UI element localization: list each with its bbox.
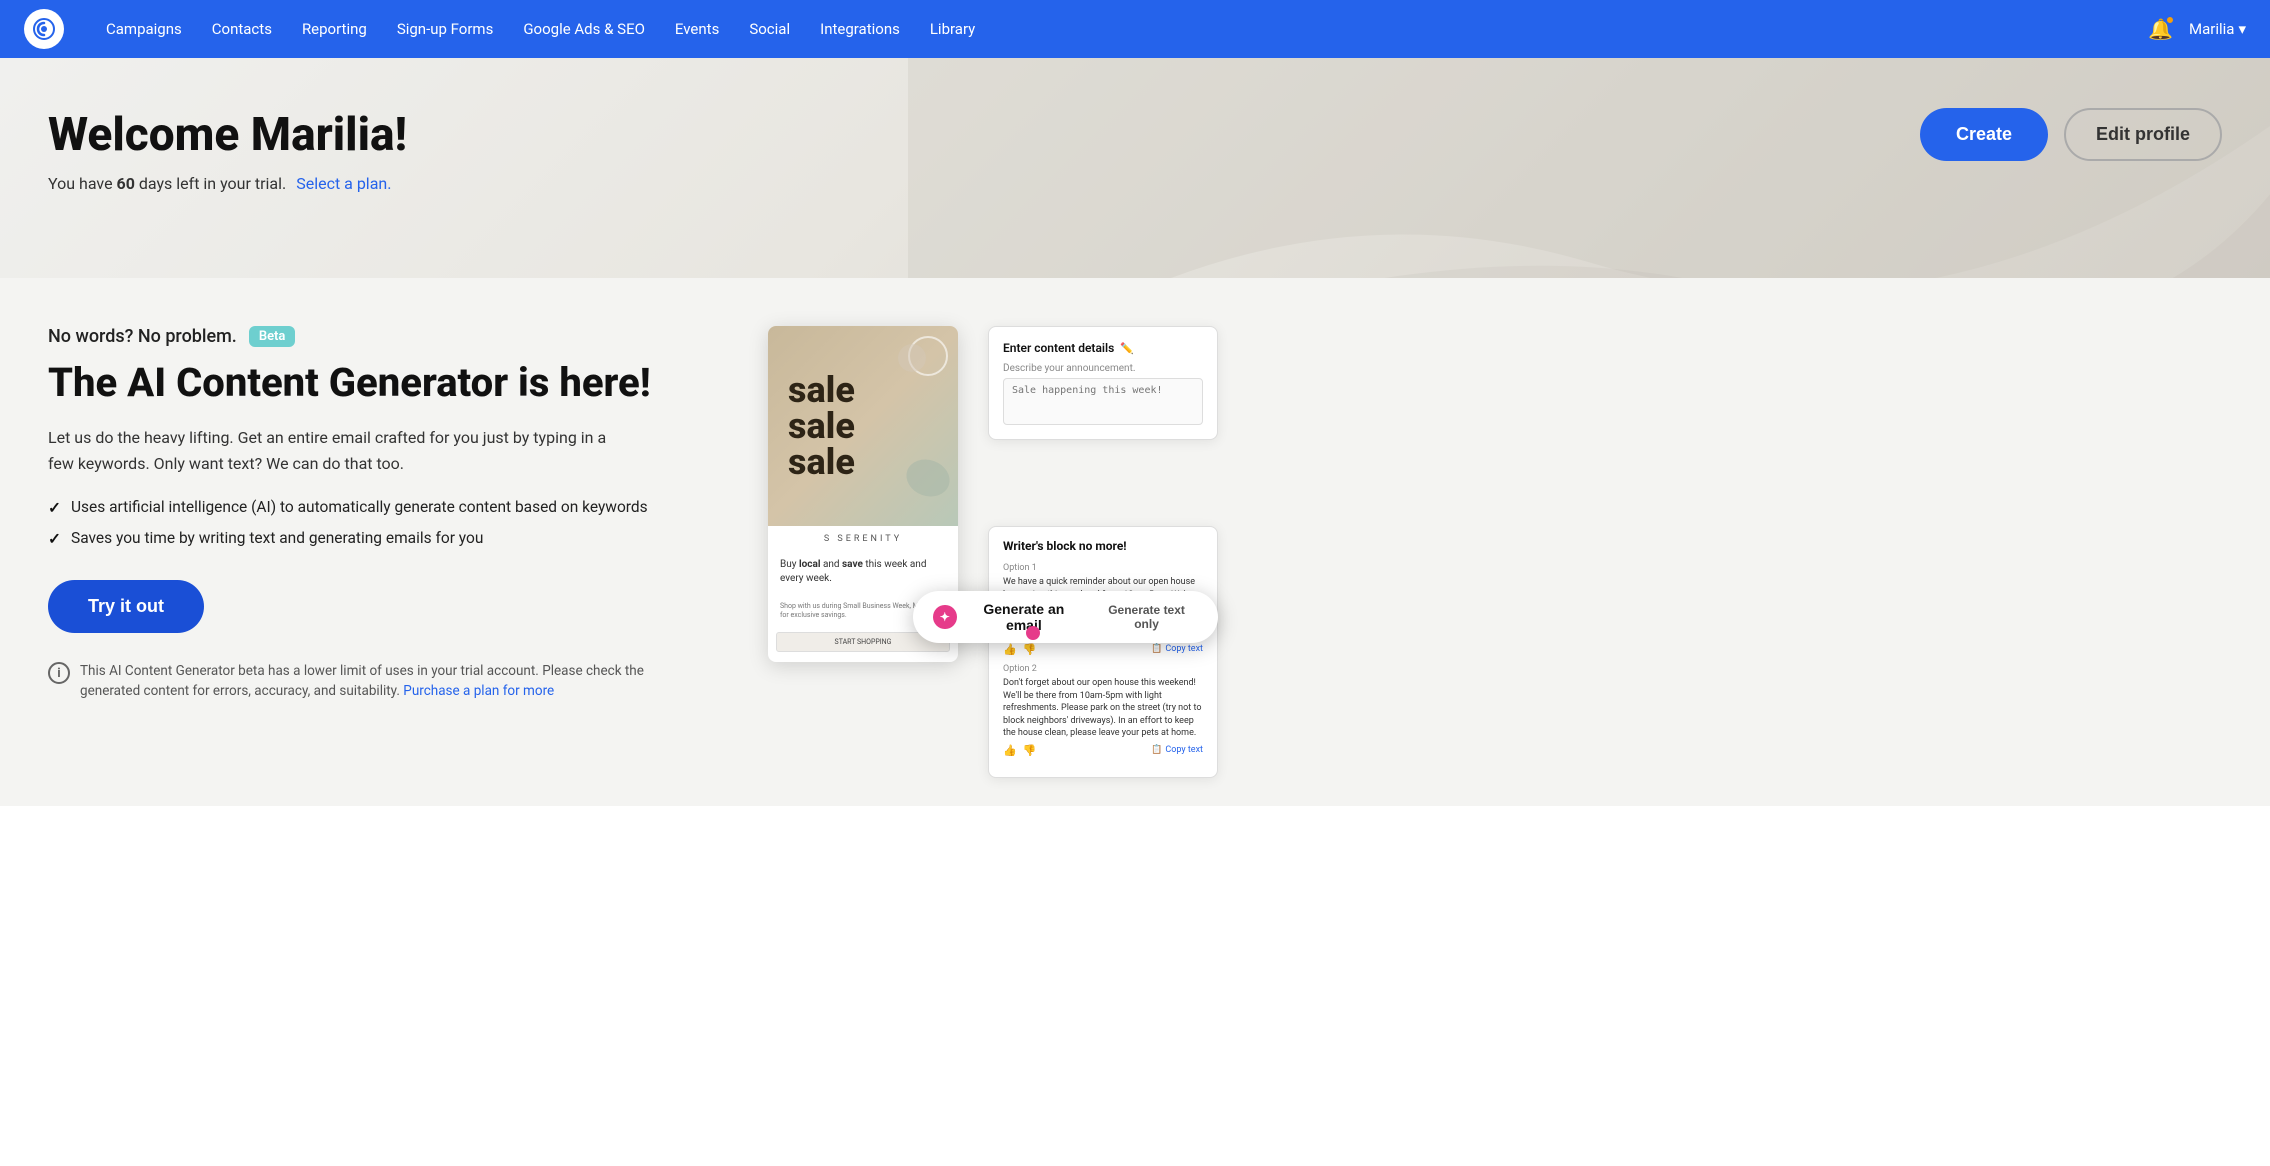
nav-right: 🔔 Marilia ▾ — [2148, 17, 2246, 41]
pencil-icon: ✏️ — [1120, 342, 1134, 355]
email-card-header: salesalesale — [768, 326, 958, 526]
ai-checklist: Uses artificial intelligence (AI) to aut… — [48, 498, 728, 548]
info-icon: i — [48, 662, 70, 684]
ai-right-panel: salesalesale S SERENITY Buy local and sa… — [768, 326, 1218, 746]
writers-title: Writer's block no more! — [1003, 539, 1203, 553]
no-words-text: No words? No problem. — [48, 326, 237, 347]
writers-block-card: Writer's block no more! Option 1 We have… — [988, 526, 1218, 778]
main-section: No words? No problem. Beta The AI Conten… — [0, 278, 2270, 806]
hero-trial-days: 60 — [117, 174, 135, 193]
hero-content: Welcome Marilia! You have 60 days left i… — [48, 108, 748, 193]
option-1-label: Option 1 — [1003, 563, 1203, 573]
disclaimer-main: This AI Content Generator beta has a low… — [80, 663, 644, 699]
nav-signup-forms[interactable]: Sign-up Forms — [383, 12, 508, 46]
thumb-up-icon-2[interactable]: 👍 — [1003, 744, 1017, 757]
copy-icon-1: 📋 — [1151, 644, 1162, 654]
hero-section: Welcome Marilia! You have 60 days left i… — [0, 58, 2270, 278]
beta-badge: Beta — [249, 326, 296, 347]
ai-content-section: No words? No problem. Beta The AI Conten… — [48, 326, 2222, 746]
hero-subtitle: You have 60 days left in your trial. Sel… — [48, 174, 748, 193]
generate-text-only-button[interactable]: Generate text only — [1095, 603, 1198, 631]
ai-panel-input[interactable] — [1003, 378, 1203, 425]
logo[interactable] — [24, 9, 64, 49]
edit-profile-button[interactable]: Edit profile — [2064, 108, 2222, 161]
hero-title: Welcome Marilia! — [48, 108, 748, 162]
ai-panel-card: Enter content details ✏️ Describe your a… — [988, 326, 1218, 440]
disclaimer-text: This AI Content Generator beta has a low… — [80, 661, 668, 702]
user-menu[interactable]: Marilia ▾ — [2189, 20, 2246, 38]
hero-trial-suffix: days left in your trial. — [135, 174, 286, 193]
purchase-plan-link[interactable]: Purchase a plan for more — [403, 683, 554, 699]
navigation: Campaigns Contacts Reporting Sign-up For… — [0, 0, 2270, 58]
checklist-item-2: Saves you time by writing text and gener… — [48, 529, 728, 548]
ai-panel-label: Describe your announcement. — [1003, 363, 1203, 374]
accent-dot — [1026, 626, 1040, 640]
generate-button-wrapper: ✦ Generate an email Generate text only — [913, 591, 1218, 643]
ai-description: Let us do the heavy lifting. Get an enti… — [48, 425, 628, 476]
thumb-down-icon-2[interactable]: 👎 — [1023, 744, 1037, 757]
notification-dot — [2165, 15, 2175, 25]
ai-heading: The AI Content Generator is here! — [48, 361, 728, 405]
nav-integrations[interactable]: Integrations — [806, 12, 914, 46]
copy-icon-2: 📋 — [1151, 745, 1162, 755]
email-brand: S SERENITY — [768, 526, 958, 548]
chevron-down-icon: ▾ — [2238, 20, 2246, 38]
copy-text-1-button[interactable]: 📋 Copy text — [1151, 644, 1203, 654]
option-1-icons: 👍 👎 — [1003, 643, 1036, 656]
nav-library[interactable]: Library — [916, 12, 989, 46]
nav-reporting[interactable]: Reporting — [288, 12, 381, 46]
option-2-actions: 👍 👎 📋 Copy text — [1003, 744, 1203, 757]
generate-email-label: Generate an email — [965, 601, 1084, 633]
copy-text-2-button[interactable]: 📋 Copy text — [1151, 745, 1203, 755]
ai-disclaimer: i This AI Content Generator beta has a l… — [48, 661, 668, 702]
no-words-row: No words? No problem. Beta — [48, 326, 728, 347]
writers-option-2: Option 2 Don't forget about our open hou… — [1003, 664, 1203, 757]
try-it-out-button[interactable]: Try it out — [48, 580, 204, 633]
nav-social[interactable]: Social — [735, 12, 804, 46]
email-body-text: Buy local and save this week and every w… — [780, 558, 946, 586]
option-2-icons: 👍 👎 — [1003, 744, 1036, 757]
ai-left-panel: No words? No problem. Beta The AI Conten… — [48, 326, 728, 702]
notification-bell[interactable]: 🔔 — [2148, 17, 2173, 41]
checklist-item-1: Uses artificial intelligence (AI) to aut… — [48, 498, 728, 517]
user-name: Marilia — [2189, 20, 2234, 38]
thumb-down-icon[interactable]: 👎 — [1023, 643, 1037, 656]
nav-contacts[interactable]: Contacts — [198, 12, 286, 46]
email-card-body: Buy local and save this week and every w… — [768, 548, 958, 596]
hero-trial-prefix: You have — [48, 174, 117, 193]
deco-circle-2 — [898, 344, 926, 372]
ai-panel-title: Enter content details ✏️ — [1003, 341, 1203, 355]
nav-google-ads-seo[interactable]: Google Ads & SEO — [509, 12, 659, 46]
thumb-up-icon[interactable]: 👍 — [1003, 643, 1017, 656]
generate-email-button[interactable]: ✦ Generate an email Generate text only — [913, 591, 1218, 643]
hero-wave-decoration — [908, 58, 2270, 278]
hero-buttons: Create Edit profile — [1920, 108, 2222, 161]
option-2-text: Don't forget about our open house this w… — [1003, 677, 1203, 740]
option-1-actions: 👍 👎 📋 Copy text — [1003, 643, 1203, 656]
create-button[interactable]: Create — [1920, 108, 2048, 161]
nav-events[interactable]: Events — [661, 12, 733, 46]
nav-links: Campaigns Contacts Reporting Sign-up For… — [92, 12, 2148, 46]
select-plan-link[interactable]: Select a plan. — [296, 174, 391, 193]
magic-wand-icon: ✦ — [933, 605, 957, 629]
option-2-label: Option 2 — [1003, 664, 1203, 674]
nav-campaigns[interactable]: Campaigns — [92, 12, 196, 46]
illustration-wrapper: salesalesale S SERENITY Buy local and sa… — [768, 326, 1218, 746]
